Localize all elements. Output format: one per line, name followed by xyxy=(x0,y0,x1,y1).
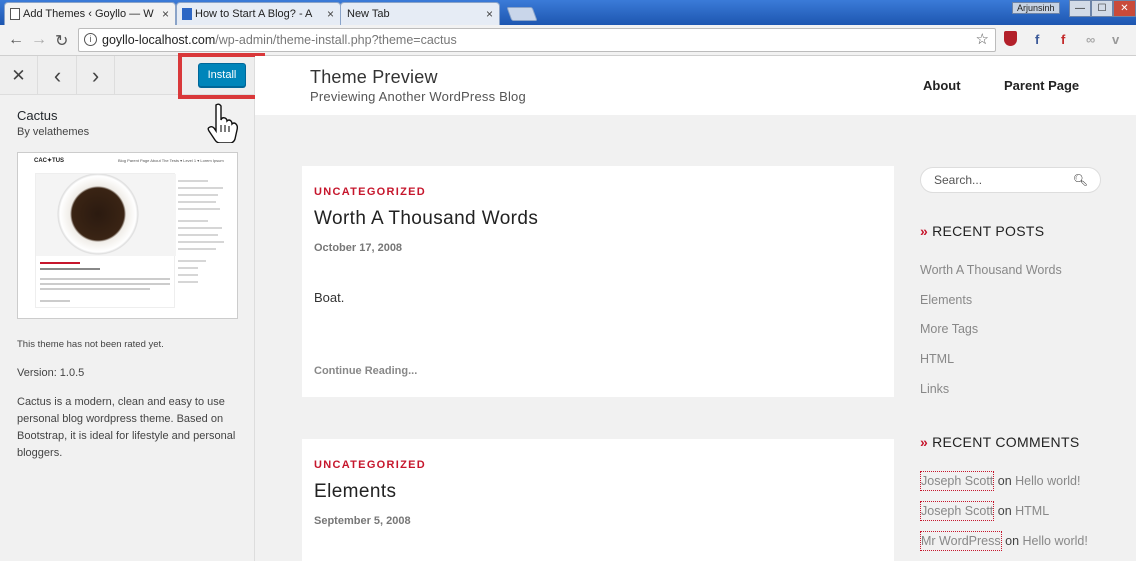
site-title[interactable]: Theme Preview xyxy=(310,67,438,88)
theme-version: Version: 1.0.5 xyxy=(17,367,85,379)
link-extension-icon[interactable]: ∞ xyxy=(1086,32,1095,47)
theme-name: Cactus xyxy=(17,108,58,123)
theme-author: By velathemes xyxy=(17,126,90,138)
recent-comment: Joseph Scott on HTML xyxy=(920,501,1049,521)
tab-title: Add Themes ‹ Goyllo — W xyxy=(23,8,154,20)
browser-toolbar: ← → ↻ i goyllo-localhost.com/wp-admin/th… xyxy=(0,25,1136,56)
recent-post-link[interactable]: Worth A Thousand Words xyxy=(920,263,1062,277)
browser-tab-new-tab[interactable]: New Tab × xyxy=(340,2,500,25)
screenshot-sidebar xyxy=(178,175,233,315)
comment-post-link[interactable]: HTML xyxy=(1015,504,1049,518)
forward-icon[interactable]: → xyxy=(31,31,47,49)
recent-comment: Mr WordPress on Hello world! xyxy=(920,531,1088,551)
search-icon[interactable]: 🔍︎ xyxy=(1073,168,1088,192)
next-theme-button[interactable]: › xyxy=(77,56,115,95)
new-tab-button[interactable] xyxy=(506,7,538,21)
close-tab-icon[interactable]: × xyxy=(162,7,169,21)
page-icon xyxy=(182,8,192,20)
screenshot-nav: Blog Parent Page About The Tests ▾ Level… xyxy=(118,158,224,163)
close-icon[interactable]: ✕ xyxy=(0,56,38,95)
continue-reading-link[interactable]: Continue Reading... xyxy=(314,365,417,377)
back-icon[interactable]: ← xyxy=(8,31,24,49)
comment-author-link[interactable]: Mr WordPress xyxy=(920,531,1002,551)
info-icon[interactable]: i xyxy=(84,33,97,46)
browser-tab-how-to-start-blog[interactable]: How to Start A Blog? - A × xyxy=(176,2,341,25)
comment-post-link[interactable]: Hello world! xyxy=(1015,474,1080,488)
tab-title: How to Start A Blog? - A xyxy=(195,8,313,20)
chevron-right-icon: » xyxy=(920,223,929,239)
theme-rating: This theme has not been rated yet. xyxy=(17,339,164,350)
site-description: Previewing Another WordPress Blog xyxy=(310,89,526,104)
post-card: UNCATEGORIZED Worth A Thousand Words Oct… xyxy=(302,166,894,397)
post-date[interactable]: October 17, 2008 xyxy=(314,242,402,254)
recent-comment: Joseph Scott on Hello world! xyxy=(920,471,1080,491)
search-input[interactable]: Search... 🔍︎ xyxy=(920,167,1101,193)
post-excerpt: Boat. xyxy=(314,290,345,305)
bookmark-star-icon[interactable]: ☆ xyxy=(976,29,989,51)
coffee-cup-image xyxy=(36,174,176,256)
post-title[interactable]: Elements xyxy=(314,481,396,503)
menu-item-about[interactable]: About xyxy=(923,78,961,93)
recent-post-link[interactable]: HTML xyxy=(920,352,954,366)
previous-theme-button[interactable]: ‹ xyxy=(39,56,77,95)
site-header: Theme Preview Previewing Another WordPre… xyxy=(255,56,1136,115)
search-placeholder: Search... xyxy=(934,173,983,187)
theme-description: Cactus is a modern, clean and easy to us… xyxy=(17,396,236,459)
recent-comments-heading: » RECENT COMMENTS xyxy=(920,434,1080,450)
recent-post-link[interactable]: Elements xyxy=(920,293,972,307)
browser-tab-add-themes[interactable]: Add Themes ‹ Goyllo — W × xyxy=(4,2,176,25)
post-title[interactable]: Worth A Thousand Words xyxy=(314,208,538,230)
reload-icon[interactable]: ↻ xyxy=(55,31,68,51)
comment-post-link[interactable]: Hello world! xyxy=(1023,534,1088,548)
chevron-right-icon: » xyxy=(920,434,929,450)
tab-title: New Tab xyxy=(347,8,390,20)
recent-post-link[interactable]: More Tags xyxy=(920,322,978,336)
comment-author-link[interactable]: Joseph Scott xyxy=(920,501,995,521)
screenshot-logo: CAC✦TUS xyxy=(34,158,65,164)
post-card: UNCATEGORIZED Elements September 5, 2008 xyxy=(302,439,894,579)
minimize-button[interactable]: — xyxy=(1069,0,1091,17)
address-bar[interactable]: i goyllo-localhost.com/wp-admin/theme-in… xyxy=(78,28,996,52)
install-button[interactable]: Install xyxy=(198,63,246,87)
close-tab-icon[interactable]: × xyxy=(327,7,334,21)
post-date[interactable]: September 5, 2008 xyxy=(314,515,411,527)
recent-post-link[interactable]: Links xyxy=(920,382,949,396)
theme-preview-frame: Theme Preview Previewing Another WordPre… xyxy=(255,56,1136,579)
facebook-extension-icon[interactable]: f xyxy=(1035,32,1039,47)
url-path: /wp-admin/theme-install.php?theme=cactus xyxy=(215,33,457,47)
maximize-button[interactable]: ☐ xyxy=(1091,0,1113,17)
close-tab-icon[interactable]: × xyxy=(486,7,493,21)
flipboard-extension-icon[interactable]: f xyxy=(1061,32,1065,47)
hand-cursor-icon xyxy=(207,103,239,143)
window-close-button[interactable]: ✕ xyxy=(1113,0,1136,17)
post-category[interactable]: UNCATEGORIZED xyxy=(314,459,426,471)
vine-extension-icon[interactable]: v xyxy=(1112,32,1119,47)
post-category[interactable]: UNCATEGORIZED xyxy=(314,186,426,198)
menu-item-parent-page[interactable]: Parent Page xyxy=(1004,78,1079,93)
profile-button[interactable]: Arjunsinh xyxy=(1012,2,1060,14)
browser-tab-strip: Add Themes ‹ Goyllo — W × How to Start A… xyxy=(0,0,1136,25)
theme-screenshot: CAC✦TUS Blog Parent Page About The Tests… xyxy=(17,152,238,319)
screenshot-post xyxy=(35,173,176,308)
page-icon xyxy=(10,8,20,20)
theme-details-panel: ✕ ‹ › Install Cactus By velathemes CAC✦T… xyxy=(0,53,265,561)
recent-posts-heading: » RECENT POSTS xyxy=(920,223,1045,239)
shield-extension-icon[interactable] xyxy=(1004,31,1017,46)
url-host: goyllo-localhost.com xyxy=(102,33,216,47)
comment-author-link[interactable]: Joseph Scott xyxy=(920,471,995,491)
